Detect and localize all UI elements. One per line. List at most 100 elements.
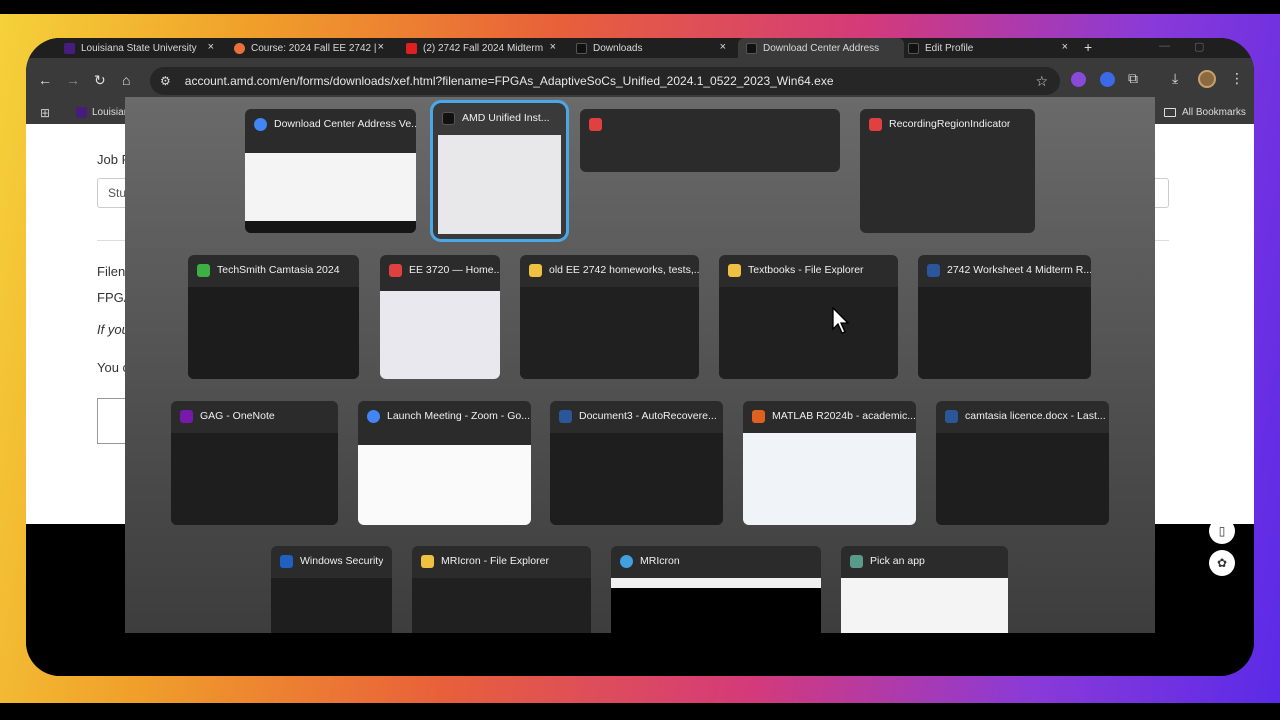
extensions-puzzle-icon[interactable]: ⧉ bbox=[1128, 70, 1138, 87]
window-card-download-center[interactable]: Download Center Address Ve... bbox=[245, 109, 416, 233]
close-icon[interactable]: × bbox=[208, 41, 214, 53]
tab-download-center[interactable]: Download Center Address bbox=[738, 38, 904, 58]
apps-grid-icon[interactable]: ⊞ bbox=[40, 106, 50, 120]
address-bar[interactable]: ⚙ account.amd.com/en/forms/downloads/xef… bbox=[150, 67, 1060, 95]
tab-course[interactable]: Course: 2024 Fall EE 2742 | × bbox=[234, 38, 384, 58]
forward-arrow-icon[interactable]: → bbox=[66, 72, 80, 88]
matlab-icon bbox=[752, 409, 765, 423]
window-thumbnail bbox=[719, 287, 898, 379]
back-arrow-icon[interactable]: ← bbox=[38, 72, 52, 88]
window-card-document3[interactable]: Document3 - AutoRecovere... bbox=[550, 401, 723, 525]
window-title: Download Center Address Ve... bbox=[274, 118, 416, 130]
profile-avatar[interactable] bbox=[1198, 70, 1216, 88]
bookmark-star-icon[interactable]: ☆ bbox=[1035, 73, 1048, 90]
pdf-icon bbox=[389, 263, 402, 277]
window-title: RecordingRegionIndicator bbox=[889, 118, 1011, 130]
lsu-favicon-icon bbox=[64, 42, 75, 54]
extension-icon[interactable] bbox=[1100, 72, 1115, 87]
tab-downloads[interactable]: Downloads × bbox=[576, 38, 726, 58]
tab-youtube[interactable]: (2) 2742 Fall 2024 Midterm × bbox=[406, 38, 556, 58]
app-picker-icon bbox=[850, 554, 863, 568]
window-card-camtasia-licence[interactable]: camtasia licence.docx - Last... bbox=[936, 401, 1109, 525]
copilot-icon[interactable]: ✿ bbox=[1209, 550, 1235, 576]
close-icon[interactable]: × bbox=[550, 41, 556, 53]
window-title: MATLAB R2024b - academic... bbox=[772, 410, 916, 422]
camtasia-icon bbox=[197, 263, 210, 277]
folder-icon bbox=[529, 263, 542, 277]
window-title: Windows Security bbox=[300, 555, 384, 567]
minimize-icon[interactable]: — bbox=[1159, 40, 1170, 52]
window-card-mricron[interactable]: MRIcron bbox=[611, 546, 821, 633]
amd-favicon-icon bbox=[908, 42, 919, 54]
url-text[interactable]: account.amd.com/en/forms/downloads/xef.h… bbox=[185, 74, 834, 88]
close-icon[interactable]: × bbox=[1062, 41, 1068, 53]
window-card-zoom[interactable]: Launch Meeting - Zoom - Go... bbox=[358, 401, 531, 525]
window-thumbnail bbox=[841, 578, 1008, 633]
amd-icon bbox=[442, 111, 455, 125]
tab-title: Downloads bbox=[593, 42, 643, 54]
window-title: camtasia licence.docx - Last... bbox=[965, 410, 1106, 422]
window-title: MRIcron - File Explorer bbox=[441, 555, 549, 567]
window-title: old EE 2742 homeworks, tests,... bbox=[549, 264, 699, 276]
extension-icon[interactable] bbox=[1071, 72, 1086, 87]
window-thumbnail-toolbar bbox=[611, 578, 821, 588]
folder-icon bbox=[421, 554, 434, 568]
folder-icon bbox=[1164, 108, 1176, 117]
window-title: GAG - OneNote bbox=[200, 410, 275, 422]
window-title: Launch Meeting - Zoom - Go... bbox=[387, 410, 530, 422]
window-thumbnail bbox=[412, 578, 591, 633]
reader-mode-icon[interactable]: ▯ bbox=[1209, 518, 1235, 544]
window-card-camtasia[interactable]: TechSmith Camtasia 2024 bbox=[188, 255, 359, 379]
window-thumbnail bbox=[245, 153, 416, 221]
filename-label: Filen bbox=[97, 264, 126, 279]
window-card-pick-an-app[interactable]: Pick an app bbox=[841, 546, 1008, 633]
word-icon bbox=[559, 409, 572, 423]
menu-kebab-icon[interactable]: ⋮ bbox=[1230, 70, 1244, 87]
window-title: Textbooks - File Explorer bbox=[748, 264, 864, 276]
tab-lsu[interactable]: Louisiana State University × bbox=[64, 38, 214, 58]
window-card-textbooks[interactable]: Textbooks - File Explorer bbox=[719, 255, 898, 379]
window-card-untitled[interactable] bbox=[580, 109, 840, 172]
window-title: 2742 Worksheet 4 Midterm R... bbox=[947, 264, 1091, 276]
lsu-favicon-icon bbox=[76, 107, 87, 118]
window-thumbnail bbox=[520, 287, 699, 379]
window-thumbnail bbox=[550, 433, 723, 525]
window-title: Pick an app bbox=[870, 555, 925, 567]
window-thumbnail bbox=[438, 135, 561, 234]
site-info-icon[interactable]: ⚙ bbox=[160, 74, 171, 88]
close-icon[interactable]: × bbox=[378, 41, 384, 53]
window-card-onenote[interactable]: GAG - OneNote bbox=[171, 401, 338, 525]
window-title: EE 3720 — Home... bbox=[409, 264, 500, 276]
tab-title: Louisiana State University bbox=[81, 42, 197, 54]
window-card-windows-security[interactable]: Windows Security bbox=[271, 546, 392, 633]
window-title: AMD Unified Inst... bbox=[462, 112, 550, 124]
window-card-old-ee2742[interactable]: old EE 2742 homeworks, tests,... bbox=[520, 255, 699, 379]
moodle-favicon-icon bbox=[234, 42, 245, 54]
window-card-worksheet4[interactable]: 2742 Worksheet 4 Midterm R... bbox=[918, 255, 1091, 379]
window-card-ee3720[interactable]: EE 3720 — Home... bbox=[380, 255, 500, 379]
window-card-matlab[interactable]: MATLAB R2024b - academic... bbox=[743, 401, 916, 525]
home-icon[interactable]: ⌂ bbox=[122, 72, 130, 88]
close-icon[interactable]: × bbox=[720, 41, 726, 53]
maximize-icon[interactable]: ▢ bbox=[1194, 40, 1204, 53]
download-icon[interactable]: ⤓ bbox=[1172, 70, 1178, 87]
tab-title: Edit Profile bbox=[925, 42, 974, 54]
window-card-recording-region[interactable]: RecordingRegionIndicator bbox=[860, 109, 1035, 233]
window-thumbnail bbox=[188, 287, 359, 379]
letterbox-top bbox=[0, 0, 1280, 14]
onenote-icon bbox=[180, 409, 193, 423]
window-card-mricron-explorer[interactable]: MRIcron - File Explorer bbox=[412, 546, 591, 633]
select-value: Stu bbox=[108, 186, 127, 200]
new-tab-button[interactable]: + bbox=[1084, 39, 1092, 55]
window-thumbnail-footer bbox=[245, 221, 416, 233]
window-thumbnail bbox=[743, 433, 916, 525]
reload-icon[interactable]: ↻ bbox=[94, 72, 106, 89]
chrome-icon bbox=[254, 117, 267, 131]
window-card-amd-installer[interactable]: AMD Unified Inst... bbox=[430, 100, 569, 242]
all-bookmarks-button[interactable]: All Bookmarks bbox=[1164, 107, 1246, 118]
window-title: MRIcron bbox=[640, 555, 680, 567]
window-thumbnail bbox=[611, 588, 821, 633]
mricron-icon bbox=[620, 554, 633, 568]
tab-edit-profile[interactable]: Edit Profile × bbox=[908, 38, 1068, 58]
window-thumbnail bbox=[380, 291, 500, 379]
